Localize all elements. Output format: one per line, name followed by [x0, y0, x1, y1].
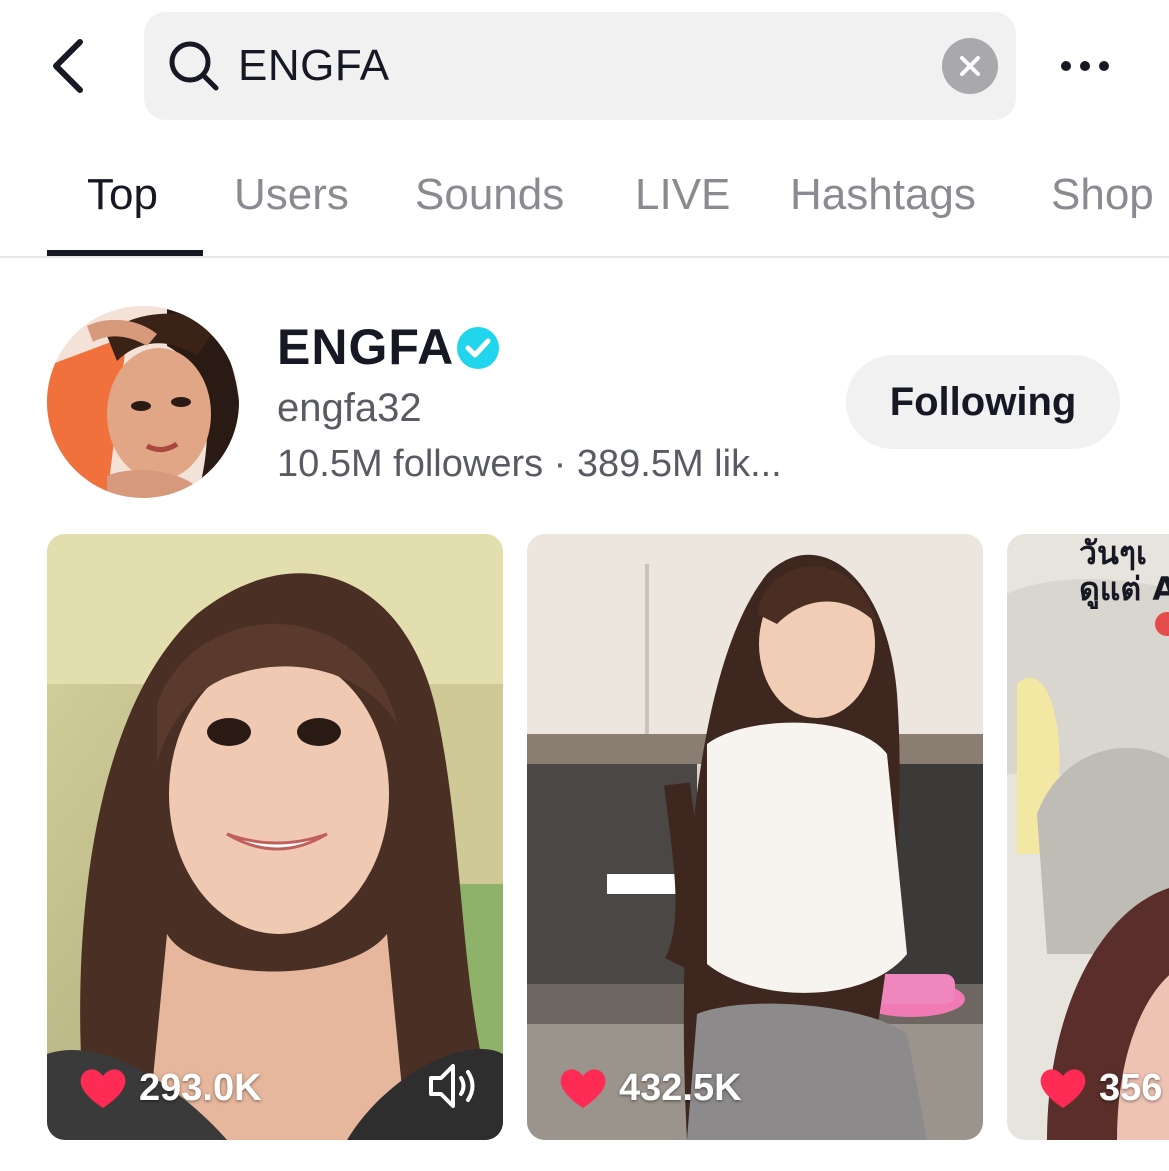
search-icon	[166, 38, 222, 94]
clear-search-button[interactable]	[942, 38, 998, 94]
tab-hashtags[interactable]: Hashtags	[790, 170, 976, 220]
profile-stats: 10.5M followers · 389.5M lik...	[277, 443, 782, 485]
more-icon-dot	[1099, 61, 1109, 71]
more-icon-dot	[1080, 61, 1090, 71]
tab-sounds[interactable]: Sounds	[415, 170, 564, 220]
video-card[interactable]: 293.0K	[47, 534, 503, 1140]
video-likes: 293.0K	[79, 1066, 262, 1110]
following-button[interactable]: Following	[846, 355, 1120, 449]
more-options-button[interactable]	[1050, 44, 1120, 88]
search-bar[interactable]: ENGFA	[144, 12, 1016, 120]
search-tabs: Top Users Sounds LIVE Hashtags Shop	[0, 150, 1169, 258]
profile-handle: engfa32	[277, 386, 422, 430]
search-input[interactable]: ENGFA	[238, 41, 390, 91]
profile-name[interactable]: ENGFA	[277, 318, 454, 376]
clear-icon	[960, 56, 980, 76]
heart-icon	[80, 1069, 126, 1108]
tab-live[interactable]: LIVE	[635, 170, 730, 220]
chevron-left-icon	[53, 39, 83, 93]
active-tab-indicator	[47, 250, 203, 256]
video-likes: 432.5K	[559, 1066, 742, 1110]
tab-users[interactable]: Users	[234, 170, 349, 220]
avatar[interactable]	[47, 306, 239, 498]
video-card[interactable]: 432.5K	[527, 534, 983, 1140]
likes-count: 432.5K	[619, 1066, 742, 1109]
speaker-icon[interactable]	[425, 1060, 481, 1112]
video-thumbnail	[527, 534, 983, 1140]
tab-top[interactable]: Top	[87, 170, 158, 220]
back-button[interactable]	[38, 30, 98, 102]
overlay-text-line-2: ดูแต่ A	[1079, 570, 1169, 608]
heart-icon	[560, 1069, 606, 1108]
video-likes: 356	[1039, 1066, 1162, 1110]
video-thumbnail	[1007, 534, 1169, 1140]
heart-icon	[1040, 1069, 1086, 1108]
verified-badge-icon	[457, 327, 499, 369]
likes-count: 356	[1099, 1066, 1163, 1109]
video-thumbnail	[47, 534, 503, 1140]
tab-shop[interactable]: Shop	[1051, 170, 1154, 220]
likes-count: 293.0K	[139, 1066, 262, 1109]
search-results-screen: ENGFA Top Users Sounds LIVE Hashtags Sho…	[0, 0, 1169, 1171]
video-card[interactable]: วันๆเ ดูแต่ A 356	[1007, 534, 1169, 1140]
more-icon	[1061, 61, 1071, 71]
